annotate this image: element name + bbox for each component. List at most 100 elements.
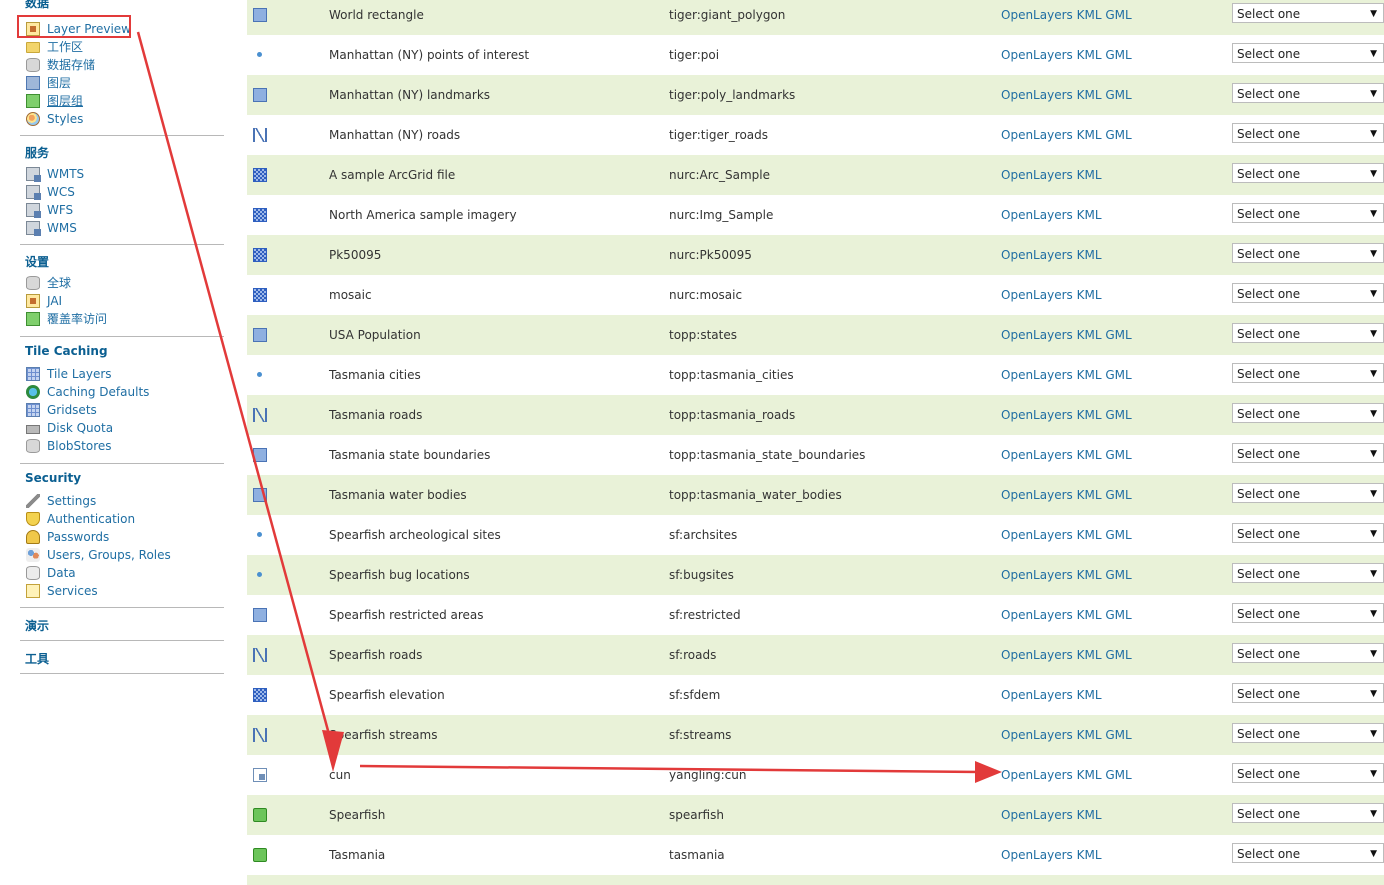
preview-link-kml[interactable]: KML [1077, 8, 1102, 22]
sidebar-heading-tools[interactable]: 工具 [25, 650, 49, 667]
format-select[interactable]: Select one ▼ [1232, 283, 1384, 303]
sidebar-item-coverage-access[interactable]: 覆盖率访问 [26, 310, 107, 328]
preview-link-openlayers[interactable]: OpenLayers [1001, 168, 1073, 182]
sidebar-item-layer-groups[interactable]: 图层组 [26, 92, 83, 110]
chevron-down-icon[interactable]: ▼ [1370, 164, 1377, 184]
preview-link-kml[interactable]: KML [1077, 448, 1102, 462]
chevron-down-icon[interactable]: ▼ [1370, 204, 1377, 224]
sidebar-item-label[interactable]: Gridsets [47, 401, 97, 419]
sidebar-item-label[interactable]: WCS [47, 183, 75, 201]
sidebar-item-stores[interactable]: 数据存储 [26, 56, 95, 74]
sidebar-item-label[interactable]: Users, Groups, Roles [47, 546, 171, 564]
sidebar-item-label[interactable]: Tile Layers [47, 365, 112, 383]
sidebar-item-label[interactable]: Disk Quota [47, 419, 113, 437]
preview-link-kml[interactable]: KML [1077, 128, 1102, 142]
sidebar-item-label[interactable]: WMTS [47, 165, 84, 183]
preview-link-gml[interactable]: GML [1105, 608, 1131, 622]
preview-link-gml[interactable]: GML [1105, 528, 1131, 542]
format-select[interactable]: Select one ▼ [1232, 443, 1384, 463]
preview-link-kml[interactable]: KML [1077, 848, 1102, 862]
sidebar-item-label[interactable]: Styles [47, 110, 83, 128]
format-select[interactable]: Select one ▼ [1232, 723, 1384, 743]
preview-link-gml[interactable]: GML [1105, 648, 1131, 662]
preview-link-kml[interactable]: KML [1077, 608, 1102, 622]
sidebar-item-styles[interactable]: Styles [26, 110, 83, 128]
sidebar-item-caching-defaults[interactable]: Caching Defaults [26, 383, 149, 401]
chevron-down-icon[interactable]: ▼ [1370, 604, 1377, 624]
chevron-down-icon[interactable]: ▼ [1370, 404, 1377, 424]
chevron-down-icon[interactable]: ▼ [1370, 644, 1377, 664]
sidebar-item-service-security[interactable]: Services [26, 582, 98, 600]
preview-link-gml[interactable]: GML [1105, 568, 1131, 582]
sidebar-item-label[interactable]: Authentication [47, 510, 135, 528]
chevron-down-icon[interactable]: ▼ [1370, 564, 1377, 584]
format-select[interactable]: Select one ▼ [1232, 163, 1384, 183]
format-select[interactable]: Select one ▼ [1232, 323, 1384, 343]
sidebar-item-label[interactable]: Settings [47, 492, 96, 510]
preview-link-kml[interactable]: KML [1077, 328, 1102, 342]
preview-link-openlayers[interactable]: OpenLayers [1001, 208, 1073, 222]
sidebar-item-label[interactable]: WMS [47, 219, 77, 237]
sidebar-item-label[interactable]: Passwords [47, 528, 109, 546]
preview-link-gml[interactable]: GML [1105, 88, 1131, 102]
chevron-down-icon[interactable]: ▼ [1370, 84, 1377, 104]
preview-link-gml[interactable]: GML [1105, 768, 1131, 782]
preview-link-openlayers[interactable]: OpenLayers [1001, 408, 1073, 422]
sidebar-item-label[interactable]: BlobStores [47, 437, 112, 455]
chevron-down-icon[interactable]: ▼ [1370, 844, 1377, 864]
chevron-down-icon[interactable]: ▼ [1370, 44, 1377, 64]
chevron-down-icon[interactable]: ▼ [1370, 4, 1377, 24]
chevron-down-icon[interactable]: ▼ [1370, 124, 1377, 144]
sidebar-item-authentication[interactable]: Authentication [26, 510, 135, 528]
chevron-down-icon[interactable]: ▼ [1370, 764, 1377, 784]
format-select[interactable]: Select one ▼ [1232, 43, 1384, 63]
preview-link-gml[interactable]: GML [1105, 128, 1131, 142]
chevron-down-icon[interactable]: ▼ [1370, 444, 1377, 464]
preview-link-openlayers[interactable]: OpenLayers [1001, 608, 1073, 622]
chevron-down-icon[interactable]: ▼ [1370, 324, 1377, 344]
sidebar-item-users-groups-roles[interactable]: Users, Groups, Roles [26, 546, 171, 564]
preview-link-openlayers[interactable]: OpenLayers [1001, 488, 1073, 502]
preview-link-kml[interactable]: KML [1077, 808, 1102, 822]
preview-link-openlayers[interactable]: OpenLayers [1001, 768, 1073, 782]
preview-link-kml[interactable]: KML [1077, 408, 1102, 422]
sidebar-item-layers[interactable]: 图层 [26, 74, 71, 92]
sidebar-item-jai[interactable]: JAI [26, 292, 62, 310]
sidebar-item-label[interactable]: Data [47, 564, 76, 582]
preview-link-kml[interactable]: KML [1077, 48, 1102, 62]
preview-link-openlayers[interactable]: OpenLayers [1001, 88, 1073, 102]
preview-link-openlayers[interactable]: OpenLayers [1001, 48, 1073, 62]
preview-link-openlayers[interactable]: OpenLayers [1001, 248, 1073, 262]
sidebar-item-disk-quota[interactable]: Disk Quota [26, 419, 113, 437]
sidebar-item-wms[interactable]: WMS [26, 219, 77, 237]
format-select[interactable]: Select one ▼ [1232, 203, 1384, 223]
preview-link-openlayers[interactable]: OpenLayers [1001, 8, 1073, 22]
sidebar-item-label[interactable]: Services [47, 582, 98, 600]
format-select[interactable]: Select one ▼ [1232, 123, 1384, 143]
preview-link-kml[interactable]: KML [1077, 688, 1102, 702]
preview-link-kml[interactable]: KML [1077, 768, 1102, 782]
sidebar-item-wmts[interactable]: WMTS [26, 165, 84, 183]
preview-link-kml[interactable]: KML [1077, 88, 1102, 102]
preview-link-kml[interactable]: KML [1077, 168, 1102, 182]
preview-link-gml[interactable]: GML [1105, 48, 1131, 62]
format-select[interactable]: Select one ▼ [1232, 3, 1384, 23]
format-select[interactable]: Select one ▼ [1232, 403, 1384, 423]
sidebar-item-label[interactable]: WFS [47, 201, 73, 219]
format-select[interactable]: Select one ▼ [1232, 243, 1384, 263]
preview-link-kml[interactable]: KML [1077, 528, 1102, 542]
preview-link-openlayers[interactable]: OpenLayers [1001, 848, 1073, 862]
sidebar-item-label[interactable]: 图层组 [47, 92, 83, 110]
sidebar-item-label[interactable]: 全球 [47, 274, 71, 292]
sidebar-item-tile-layers[interactable]: Tile Layers [26, 365, 112, 383]
preview-link-openlayers[interactable]: OpenLayers [1001, 688, 1073, 702]
preview-link-kml[interactable]: KML [1077, 568, 1102, 582]
preview-link-gml[interactable]: GML [1105, 488, 1131, 502]
sidebar-item-label[interactable]: 工作区 [47, 38, 83, 56]
format-select[interactable]: Select one ▼ [1232, 603, 1384, 623]
preview-link-openlayers[interactable]: OpenLayers [1001, 728, 1073, 742]
sidebar-item-global[interactable]: 全球 [26, 274, 71, 292]
chevron-down-icon[interactable]: ▼ [1370, 284, 1377, 304]
preview-link-gml[interactable]: GML [1105, 728, 1131, 742]
preview-link-openlayers[interactable]: OpenLayers [1001, 448, 1073, 462]
